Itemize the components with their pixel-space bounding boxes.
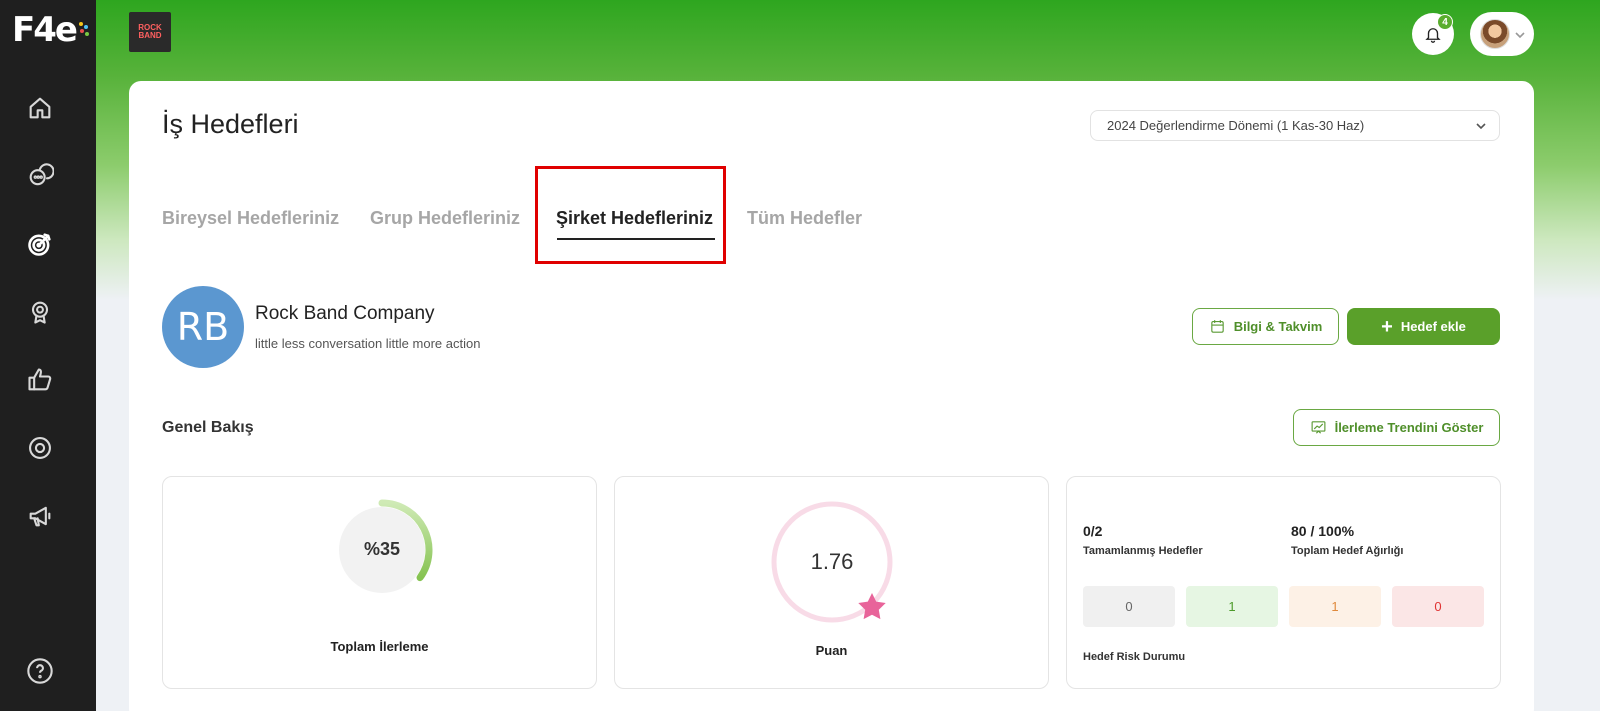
nav-settings-gear-icon[interactable] bbox=[24, 432, 56, 464]
nav-thumbs-up-icon[interactable] bbox=[24, 364, 56, 396]
company-logo-text: ROCK BAND bbox=[138, 23, 162, 40]
score-label: Puan bbox=[815, 643, 848, 658]
main-content-card: İş Hedefleri 2024 Değerlendirme Dönemi (… bbox=[129, 81, 1534, 711]
info-calendar-label: Bilgi & Takvim bbox=[1233, 319, 1323, 334]
score-value: 1.76 bbox=[810, 549, 854, 574]
tab-all-goals[interactable]: Tüm Hedefler bbox=[747, 208, 862, 229]
goal-summary-card: 0/2 Tamamlanmış Hedefler 80 / 100% Topla… bbox=[1066, 476, 1501, 689]
nav-award-icon[interactable] bbox=[24, 296, 56, 328]
add-goal-button[interactable]: + Hedef ekle bbox=[1347, 308, 1500, 345]
profile-menu-button[interactable] bbox=[1470, 12, 1534, 56]
total-weight-label: Toplam Hedef Ağırlığı bbox=[1291, 545, 1404, 557]
company-description: little less conversation little more act… bbox=[255, 336, 481, 351]
info-calendar-button[interactable]: Bilgi & Takvim bbox=[1192, 308, 1339, 345]
progress-value: %35 bbox=[363, 539, 401, 559]
nav-megaphone-icon[interactable] bbox=[24, 500, 56, 532]
risk-count-critical: 0 bbox=[1392, 586, 1484, 627]
sidebar: F4e bbox=[0, 0, 96, 711]
total-progress-label: Toplam İlerleme bbox=[330, 639, 429, 654]
trend-chart-icon bbox=[1311, 421, 1326, 434]
total-progress-card: %35 Toplam İlerleme bbox=[162, 476, 597, 689]
highlight-annotation-box bbox=[535, 166, 726, 264]
risk-count-on-track: 1 bbox=[1186, 586, 1278, 627]
show-progress-trend-button[interactable]: İlerleme Trendini Göster bbox=[1293, 409, 1500, 446]
help-question-icon[interactable] bbox=[26, 657, 54, 685]
calendar-icon bbox=[1210, 320, 1224, 333]
chevron-down-icon bbox=[1514, 28, 1526, 40]
evaluation-period-select[interactable]: 2024 Değerlendirme Dönemi (1 Kas-30 Haz) bbox=[1090, 110, 1500, 141]
nav-goals-target-icon[interactable] bbox=[24, 228, 56, 260]
plus-icon: + bbox=[1381, 315, 1393, 338]
risk-count-at-risk: 1 bbox=[1289, 586, 1381, 627]
overview-title: Genel Bakış bbox=[162, 419, 254, 436]
total-weight-value: 80 / 100% bbox=[1291, 523, 1355, 539]
brand-logo-dots-icon bbox=[77, 20, 89, 40]
notification-count-badge: 4 bbox=[1437, 14, 1453, 30]
company-avatar: RB bbox=[162, 286, 244, 368]
company-logo[interactable]: ROCK BAND bbox=[129, 12, 171, 52]
nav-home-icon[interactable] bbox=[24, 92, 56, 124]
completed-goals-label: Tamamlanmış Hedefler bbox=[1083, 545, 1203, 557]
brand-logo[interactable]: F4e bbox=[12, 10, 89, 50]
tab-individual-goals[interactable]: Bireysel Hedefleriniz bbox=[162, 208, 339, 229]
evaluation-period-value: 2024 Değerlendirme Dönemi (1 Kas-30 Haz) bbox=[1107, 118, 1365, 133]
company-name: Rock Band Company bbox=[255, 303, 435, 324]
user-avatar bbox=[1480, 19, 1510, 49]
show-progress-trend-label: İlerleme Trendini Göster bbox=[1334, 420, 1484, 435]
risk-count-neutral: 0 bbox=[1083, 586, 1175, 627]
star-icon bbox=[858, 593, 886, 620]
brand-logo-text: F4e bbox=[12, 10, 78, 50]
nav-chat-icon[interactable] bbox=[24, 160, 56, 192]
score-card: 1.76 Puan bbox=[614, 476, 1049, 689]
page-title: İş Hedefleri bbox=[162, 109, 299, 139]
chevron-down-icon bbox=[1475, 120, 1487, 132]
add-goal-label: Hedef ekle bbox=[1400, 319, 1466, 334]
goal-risk-status-label: Hedef Risk Durumu bbox=[1083, 651, 1186, 663]
tab-group-goals[interactable]: Grup Hedefleriniz bbox=[370, 208, 520, 229]
completed-goals-value: 0/2 bbox=[1083, 523, 1103, 539]
